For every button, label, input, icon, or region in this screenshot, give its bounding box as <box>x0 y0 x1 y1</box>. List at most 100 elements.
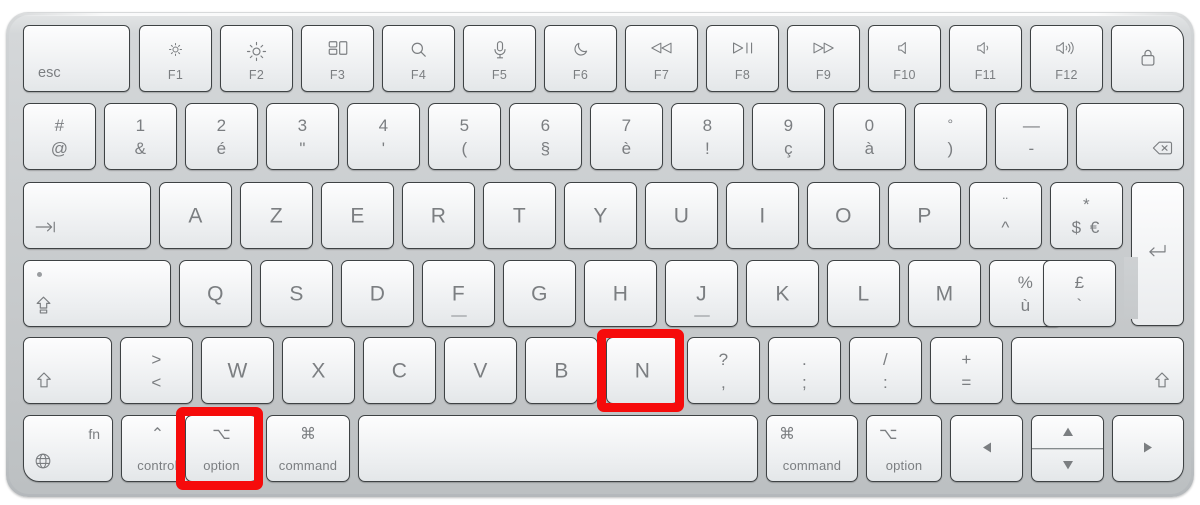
key-d[interactable]: D <box>341 260 414 327</box>
key-n[interactable]: N <box>606 337 679 404</box>
key-y[interactable]: Y <box>564 182 637 249</box>
key-8[interactable]: 8 ! <box>671 103 744 170</box>
key-plus-equals[interactable]: + = <box>930 337 1003 404</box>
key-caps-lock[interactable] <box>23 260 171 327</box>
key-command-right[interactable]: ⌘ command <box>766 415 858 482</box>
key-3[interactable]: 3 " <box>266 103 339 170</box>
key-y-label: Y <box>593 204 608 227</box>
key-v[interactable]: V <box>444 337 517 404</box>
key-6[interactable]: 6 § <box>509 103 582 170</box>
key-question-comma[interactable]: ? , <box>687 337 760 404</box>
key-9[interactable]: 9 ç <box>752 103 825 170</box>
key-arrow-left[interactable] <box>950 415 1023 482</box>
key-o[interactable]: O <box>807 182 880 249</box>
key-8-bottom: ! <box>704 139 711 159</box>
key-0[interactable]: 0 à <box>833 103 906 170</box>
key-return[interactable] <box>1131 182 1184 326</box>
key-fn-globe[interactable]: fn <box>23 415 113 482</box>
key-circumflex-diaeresis[interactable]: ¨ ^ <box>969 182 1042 249</box>
key-dollar-euro[interactable]: * $ € <box>1050 182 1123 249</box>
key-option-left[interactable]: ⌥ option <box>185 415 258 482</box>
key-command-right-label: command <box>782 458 842 473</box>
key-h[interactable]: H <box>584 260 657 327</box>
key-b[interactable]: B <box>525 337 598 404</box>
homing-bar <box>450 315 467 317</box>
key-f6[interactable]: F6 <box>544 25 617 92</box>
key-f11[interactable]: F11 <box>949 25 1022 92</box>
key-7[interactable]: 7 è <box>590 103 663 170</box>
key-p[interactable]: P <box>888 182 961 249</box>
key-slash-colon[interactable]: / : <box>849 337 922 404</box>
key-fn-label: fn <box>88 426 100 442</box>
key-pound-top: £ <box>1074 273 1085 292</box>
key-b-label: B <box>554 359 569 382</box>
key-8-top: 8 <box>702 116 713 135</box>
key-shift-right[interactable] <box>1011 337 1184 404</box>
key-e-label: E <box>350 204 365 227</box>
key-period-semicolon[interactable]: . ; <box>768 337 841 404</box>
key-f4[interactable]: F4 <box>382 25 455 92</box>
key-f6-label: F6 <box>572 68 589 82</box>
key-r[interactable]: R <box>402 182 475 249</box>
arrow-up-icon[interactable] <box>1032 416 1103 449</box>
key-command-label: command <box>278 458 338 473</box>
key-arrow-up-down[interactable] <box>1031 415 1104 482</box>
key-dollar-euro-bottom: $ € <box>1071 218 1102 238</box>
key-g[interactable]: G <box>503 260 576 327</box>
key-hash-at[interactable]: # @ <box>23 103 96 170</box>
key-s[interactable]: S <box>260 260 333 327</box>
key-1[interactable]: 1 & <box>104 103 177 170</box>
key-c[interactable]: C <box>363 337 436 404</box>
key-touch-id[interactable] <box>1111 25 1184 92</box>
key-m[interactable]: M <box>908 260 981 327</box>
do-not-disturb-icon <box>545 40 616 62</box>
key-5[interactable]: 5 ( <box>428 103 501 170</box>
key-command-left[interactable]: ⌘ command <box>266 415 350 482</box>
key-6-bottom: § <box>540 139 551 159</box>
key-v-label: V <box>473 359 488 382</box>
key-a[interactable]: A <box>159 182 232 249</box>
key-6-top: 6 <box>540 116 551 135</box>
key-minus[interactable]: — - <box>995 103 1068 170</box>
key-w[interactable]: W <box>201 337 274 404</box>
key-f10[interactable]: F10 <box>868 25 941 92</box>
key-z[interactable]: Z <box>240 182 313 249</box>
key-shift-left[interactable] <box>23 337 112 404</box>
key-f12[interactable]: F12 <box>1030 25 1103 92</box>
key-k[interactable]: K <box>746 260 819 327</box>
key-e[interactable]: E <box>321 182 394 249</box>
key-q[interactable]: Q <box>179 260 252 327</box>
key-tab[interactable] <box>23 182 151 249</box>
key-arrow-right[interactable] <box>1112 415 1184 482</box>
key-n-label: N <box>634 359 651 382</box>
key-f8[interactable]: F8 <box>706 25 779 92</box>
key-control-left[interactable]: ⌃ control <box>121 415 194 482</box>
key-esc[interactable]: esc <box>23 25 130 92</box>
key-2[interactable]: 2 é <box>185 103 258 170</box>
key-f7[interactable]: F7 <box>625 25 698 92</box>
key-l[interactable]: L <box>827 260 900 327</box>
key-esc-label: esc <box>38 65 61 81</box>
key-f1[interactable]: F1 <box>139 25 212 92</box>
key-option-right[interactable]: ⌥ option <box>866 415 942 482</box>
shift-icon <box>35 371 53 394</box>
key-pound-grave[interactable]: £ ` <box>1043 260 1116 327</box>
key-9-top: 9 <box>783 116 794 135</box>
key-f2[interactable]: F2 <box>220 25 293 92</box>
globe-icon <box>34 452 52 475</box>
key-x[interactable]: X <box>282 337 355 404</box>
key-f3[interactable]: F3 <box>301 25 374 92</box>
key-delete[interactable] <box>1076 103 1184 170</box>
key-t[interactable]: T <box>483 182 556 249</box>
key-j[interactable]: J <box>665 260 738 327</box>
key-i[interactable]: I <box>726 182 799 249</box>
key-f[interactable]: F <box>422 260 495 327</box>
key-4[interactable]: 4 ' <box>347 103 420 170</box>
key-angle-brackets[interactable]: > < <box>120 337 193 404</box>
key-degree-parenthesis[interactable]: ° ) <box>914 103 987 170</box>
key-space[interactable] <box>358 415 758 482</box>
key-f9[interactable]: F9 <box>787 25 860 92</box>
key-u[interactable]: U <box>645 182 718 249</box>
arrow-down-icon[interactable] <box>1032 449 1103 482</box>
key-f5[interactable]: F5 <box>463 25 536 92</box>
